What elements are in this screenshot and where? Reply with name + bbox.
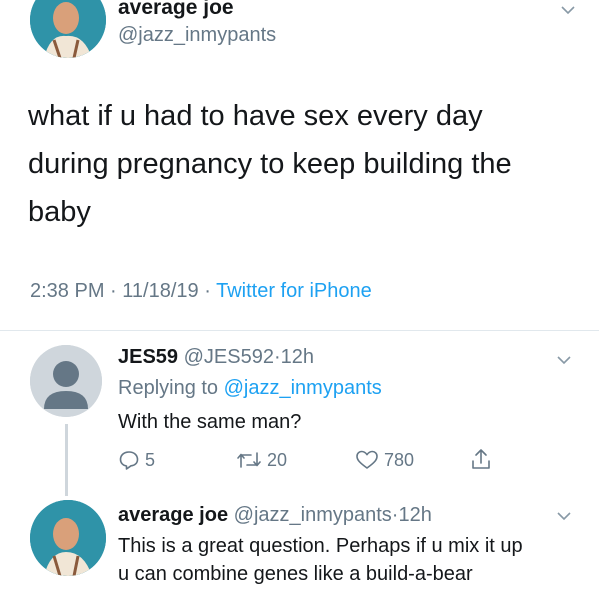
separator-dot: · [273,346,281,368]
reply-icon [119,451,139,470]
replying-prefix: Replying to [118,377,219,399]
main-tweet-name[interactable]: average joe [118,0,234,20]
reply2-age[interactable]: 12h [398,504,431,526]
chevron-down-icon[interactable] [556,352,572,368]
reply2-header: average joe @jazz_inmypants·12h [118,504,432,527]
reply2-avatar[interactable] [30,500,106,576]
share-icon [472,449,490,469]
thread-line [65,424,68,496]
chevron-down-icon[interactable] [556,508,572,524]
like-button[interactable]: 780 [355,449,414,471]
main-avatar[interactable] [30,0,106,58]
tweet-source[interactable]: Twitter for iPhone [216,280,372,302]
reply1-name[interactable]: JES59 [118,346,178,368]
like-count: 780 [384,449,415,470]
reply1-header: JES59 @JES592·12h [118,346,314,369]
divider [0,330,599,331]
main-tweet-text: what if u had to have sex every day duri… [28,100,512,228]
default-avatar-icon[interactable] [30,345,102,417]
tweet-date[interactable]: 11/18/19 [122,280,198,302]
chevron-down-icon[interactable] [560,2,576,18]
replying-mention[interactable]: @jazz_inmypants [224,377,382,399]
reply2-name[interactable]: average joe [118,504,228,526]
reply-count: 5 [145,449,156,470]
retweet-button[interactable]: 20 [236,449,287,471]
reply-button[interactable]: 5 [118,449,155,471]
replying-to: Replying to @jazz_inmypants [118,377,382,400]
reply1-handle[interactable]: @JES592 [184,346,274,368]
separator-dot: · [204,280,211,302]
main-tweet-handle[interactable]: @jazz_inmypants [118,24,276,47]
separator-dot: · [110,280,117,302]
main-tweet-meta: 2:38 PM · 11/18/19 · Twitter for iPhone [30,280,372,303]
reply2-text-line1: This is a great question. Perhaps if u m… [118,535,523,557]
like-icon [356,450,378,469]
retweet-count: 20 [267,449,288,470]
reply2-text-line2: u can combine genes like a build-a-bear [118,563,473,585]
reply1-text: With the same man? [118,411,302,433]
reply1-age[interactable]: 12h [281,346,314,368]
reply2-handle[interactable]: @jazz_inmypants [234,504,392,526]
share-button[interactable] [470,447,492,471]
retweet-icon [237,452,261,468]
tweet-time[interactable]: 2:38 PM [30,280,104,302]
